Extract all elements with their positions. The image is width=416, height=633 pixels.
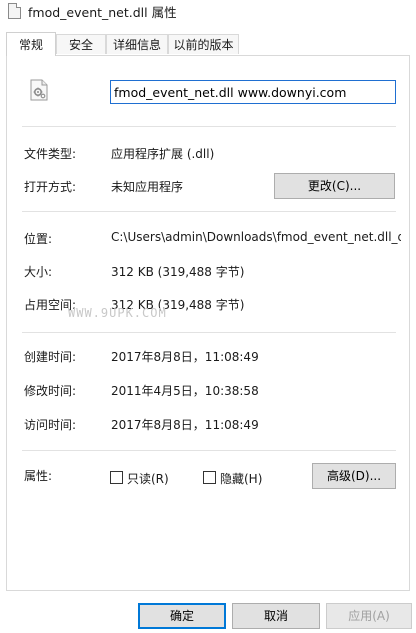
readonly-checkbox-label[interactable]: 只读(R) <box>127 470 169 487</box>
hidden-checkbox-box[interactable] <box>203 471 216 484</box>
apply-button[interactable]: 应用(A) <box>326 603 412 629</box>
location-value: C:\Users\admin\Downloads\fmod_event_net.… <box>111 230 401 244</box>
separator <box>22 450 396 451</box>
attributes-label: 属性: <box>24 469 53 483</box>
size-value: 312 KB (319,488 字节) <box>111 265 245 279</box>
title-bar[interactable]: fmod_event_net.dll 属性 <box>0 0 416 22</box>
file-type-value: 应用程序扩展 (.dll) <box>111 147 215 161</box>
tab-security[interactable]: 安全 <box>56 34 106 54</box>
general-panel <box>6 55 410 591</box>
change-button[interactable]: 更改(C)... <box>274 173 395 199</box>
dll-file-gear-icon <box>30 79 48 101</box>
location-label: 位置: <box>24 232 53 246</box>
size-label: 大小: <box>24 265 53 279</box>
modified-label: 修改时间: <box>24 384 77 398</box>
separator <box>22 332 396 333</box>
created-label: 创建时间: <box>24 350 77 364</box>
readonly-checkbox-box[interactable] <box>110 471 123 484</box>
file-name-input[interactable] <box>110 80 396 104</box>
tab-details[interactable]: 详细信息 <box>106 34 168 54</box>
accessed-value: 2017年8月8日，11:08:49 <box>111 418 259 432</box>
separator <box>22 126 396 127</box>
file-type-label: 文件类型: <box>24 147 77 161</box>
tab-general[interactable]: 常规 <box>6 32 56 56</box>
separator <box>22 211 396 212</box>
ok-button[interactable]: 确定 <box>138 603 226 629</box>
window-title: fmod_event_net.dll 属性 <box>28 5 177 20</box>
modified-value: 2011年4月5日，10:38:58 <box>111 384 259 398</box>
open-with-value: 未知应用程序 <box>111 180 184 194</box>
file-icon <box>8 3 21 19</box>
hidden-checkbox-label[interactable]: 隐藏(H) <box>220 470 262 487</box>
accessed-label: 访问时间: <box>24 418 77 432</box>
open-with-label: 打开方式: <box>24 180 77 194</box>
watermark: WWW.9UPK.COM <box>68 306 167 320</box>
advanced-button[interactable]: 高级(D)... <box>312 463 396 489</box>
cancel-button[interactable]: 取消 <box>232 603 320 629</box>
tab-previous-versions[interactable]: 以前的版本 <box>168 34 239 54</box>
created-value: 2017年8月8日，11:08:49 <box>111 350 259 364</box>
